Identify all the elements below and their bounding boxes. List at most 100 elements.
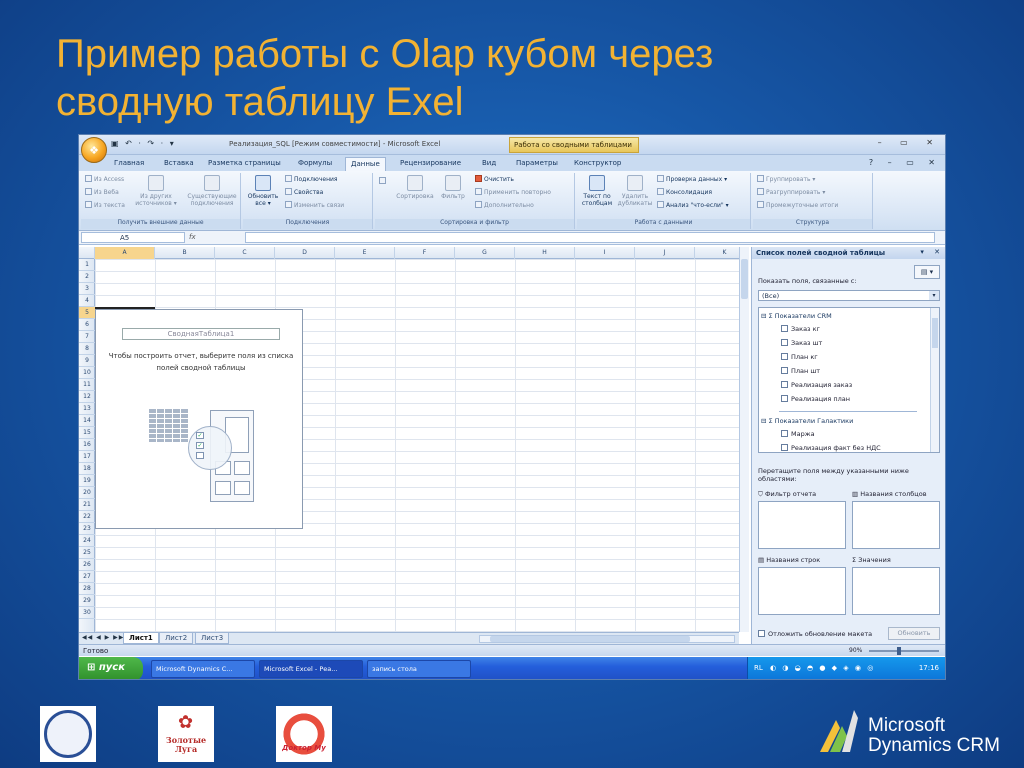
tab-7[interactable]: Параметры (511, 157, 563, 171)
tab-8[interactable]: Конструктор (569, 157, 626, 171)
clear-filter-button[interactable]: Очистить (475, 175, 514, 183)
row-header[interactable]: 30 (79, 607, 95, 619)
row-header[interactable]: 9 (79, 355, 95, 367)
subtotal-button[interactable]: Промежуточные итоги (757, 201, 838, 209)
sheet-tab[interactable]: Лист2 (159, 633, 194, 644)
tray-icons[interactable]: ◐ ◑ ◒ ◓ ● ◆ ◈ ◉ ◎ (770, 664, 875, 672)
select-all-corner[interactable] (79, 247, 95, 259)
row-header[interactable]: 29 (79, 595, 95, 607)
worksheet-grid[interactable]: ABCDEFGHIJK 1 2 3 4 5 6 7 8 9 10 11 12 13 14 15 16 17 18 1… (79, 247, 739, 637)
row-header[interactable]: 18 (79, 463, 95, 475)
row-header[interactable]: 23 (79, 523, 95, 535)
row-header[interactable]: 11 (79, 379, 95, 391)
tab-1[interactable]: Вставка (159, 157, 199, 171)
row-header[interactable]: 20 (79, 487, 95, 499)
column-header[interactable]: F (395, 247, 455, 259)
row-header[interactable]: 28 (79, 583, 95, 595)
field-checkbox[interactable]: Реализация заказ (781, 381, 852, 389)
horizontal-scrollbar[interactable] (479, 635, 735, 643)
from-web-button[interactable]: Из Веба (85, 188, 119, 196)
row-header[interactable]: 1 (79, 259, 95, 271)
edit-links-button[interactable]: Изменить связи (285, 201, 344, 209)
row-header[interactable]: 8 (79, 343, 95, 355)
field-checkbox[interactable]: Заказ кг (781, 325, 820, 333)
window-controls[interactable]: – ▭ ✕ (878, 138, 941, 147)
column-header[interactable]: E (335, 247, 395, 259)
row-header[interactable]: 15 (79, 427, 95, 439)
group-button[interactable]: Группировать ▾ (757, 175, 815, 183)
from-text-button[interactable]: Из текста (85, 201, 125, 209)
column-header[interactable]: C (215, 247, 275, 259)
row-labels-area[interactable] (758, 567, 846, 615)
zoom-level[interactable]: 90% (849, 647, 862, 654)
column-header[interactable]: B (155, 247, 215, 259)
tab-3[interactable]: Формулы (293, 157, 337, 171)
field-checkbox[interactable]: План кг (781, 353, 818, 361)
tab-0[interactable]: Главная (109, 157, 149, 171)
quick-access-toolbar[interactable]: ▣ ↶ · ↷ · ▾ (111, 139, 176, 148)
remove-duplicates-button[interactable]: Удалить дубликаты (617, 175, 653, 207)
row-header[interactable]: 12 (79, 391, 95, 403)
data-validation-button[interactable]: Проверка данных ▾ (657, 175, 727, 183)
field-checkbox[interactable]: План шт (781, 367, 820, 375)
row-header[interactable]: 6 (79, 319, 95, 331)
properties-button[interactable]: Свойства (285, 188, 323, 196)
office-button[interactable]: ❖ (81, 137, 107, 163)
column-header[interactable]: K (695, 247, 739, 259)
row-header[interactable]: 24 (79, 535, 95, 547)
column-header[interactable]: I (575, 247, 635, 259)
tab-6[interactable]: Вид (477, 157, 501, 171)
advanced-filter-button[interactable]: Дополнительно (475, 201, 534, 209)
row-header[interactable]: 7 (79, 331, 95, 343)
from-other-sources-button[interactable]: Из других источников ▾ (131, 175, 181, 207)
pivot-table-placeholder[interactable]: СводнаяТаблица1 Чтобы построить отчет, в… (95, 309, 303, 529)
field-checkbox[interactable]: Реализация план (781, 395, 850, 403)
row-header[interactable]: 2 (79, 271, 95, 283)
sort-button[interactable]: Сортировка (395, 175, 435, 200)
sheet-navigation[interactable]: ◀◀ ◀ ▶ ▶▶ (82, 634, 124, 641)
row-header[interactable]: 27 (79, 571, 95, 583)
filter-button[interactable]: Фильтр (437, 175, 469, 200)
start-button[interactable]: ⊞ пуск (79, 657, 143, 679)
refresh-all-button[interactable]: Обновить все ▾ (245, 175, 281, 207)
row-header[interactable]: 19 (79, 475, 95, 487)
row-header[interactable]: 10 (79, 367, 95, 379)
name-box[interactable]: A5 (81, 232, 185, 243)
report-filter-area[interactable] (758, 501, 846, 549)
taskbar-item-excel[interactable]: Microsoft Excel - Реа... (259, 660, 363, 678)
row-header[interactable]: 14 (79, 415, 95, 427)
row-header[interactable]: 22 (79, 511, 95, 523)
help-and-window-controls[interactable]: ? – ▭ ✕ (869, 158, 941, 167)
column-header[interactable]: H (515, 247, 575, 259)
column-header[interactable]: A (95, 247, 155, 259)
field-group[interactable]: ⊟ Σ Показатели Галактики (761, 417, 853, 425)
language-indicator[interactable]: RL (754, 664, 763, 672)
defer-update-checkbox[interactable]: Отложить обновление макета (758, 630, 872, 638)
taskbar-item-desktop[interactable]: запись стола (367, 660, 471, 678)
tab-5[interactable]: Рецензирование (395, 157, 466, 171)
field-checkbox[interactable]: Реализация факт без НДС (781, 444, 881, 452)
existing-connections-button[interactable]: Существующие подключения (187, 175, 237, 207)
row-header[interactable]: 21 (79, 499, 95, 511)
column-labels-area[interactable] (852, 501, 940, 549)
layout-options-button[interactable]: ▤ ▾ (914, 265, 940, 279)
field-checkbox[interactable]: Маржа (781, 430, 815, 438)
connections-button[interactable]: Подключения (285, 175, 338, 183)
update-button[interactable]: Обновить (888, 627, 940, 640)
row-header[interactable]: 16 (79, 439, 95, 451)
row-header[interactable]: 13 (79, 403, 95, 415)
field-group[interactable]: ⊟ Σ Показатели CRM (761, 312, 832, 320)
row-header[interactable]: 26 (79, 559, 95, 571)
column-header[interactable]: J (635, 247, 695, 259)
formula-input[interactable] (245, 232, 935, 243)
from-access-button[interactable]: Из Access (85, 175, 124, 183)
values-area[interactable] (852, 567, 940, 615)
field-list-scrollbar[interactable] (930, 308, 939, 452)
row-header[interactable]: 5 (79, 307, 95, 319)
vertical-scrollbar[interactable] (739, 247, 749, 632)
row-header[interactable]: 3 (79, 283, 95, 295)
text-to-columns-button[interactable]: Текст по столбцам (579, 175, 615, 207)
tab-4[interactable]: Данные (345, 157, 386, 171)
tab-2[interactable]: Разметка страницы (203, 157, 286, 171)
fx-icon[interactable]: fx (189, 233, 196, 241)
